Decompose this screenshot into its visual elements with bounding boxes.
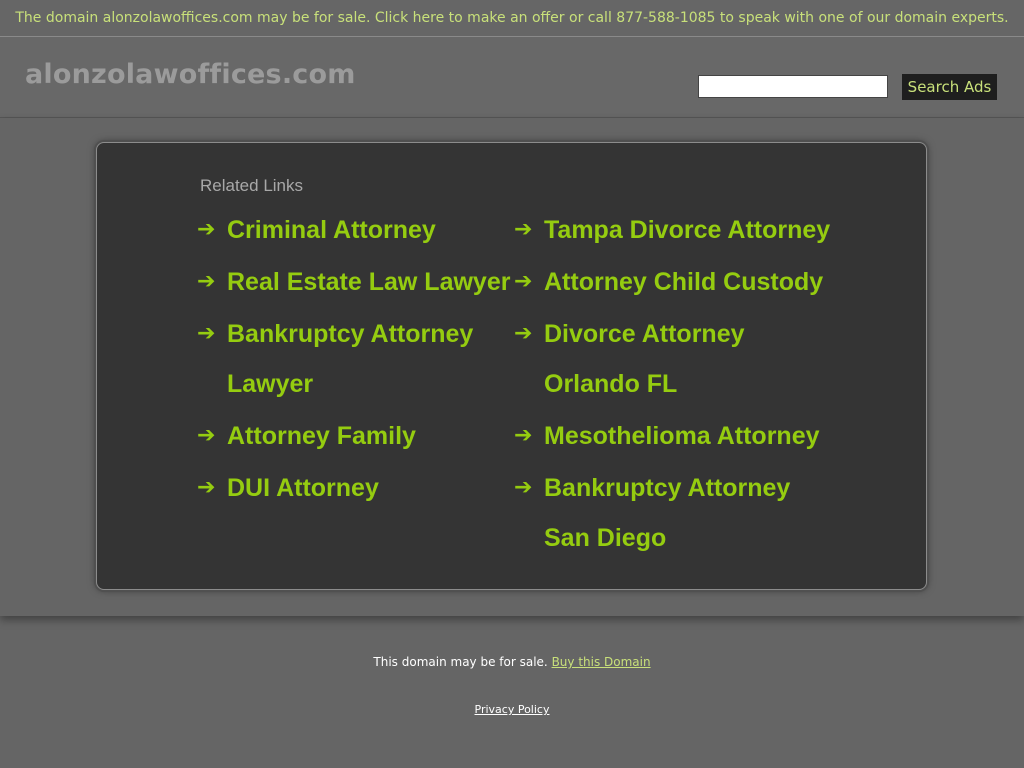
related-link[interactable]: ➔ Attorney Child Custody bbox=[514, 257, 834, 307]
related-link-label[interactable]: Attorney Family bbox=[227, 422, 416, 450]
main-content: Related Links ➔ Criminal Attorney ➔ Real… bbox=[0, 118, 1024, 616]
related-links-heading: Related Links bbox=[200, 176, 304, 195]
related-link[interactable]: ➔ Tampa Divorce Attorney bbox=[514, 205, 834, 255]
search-ads-button[interactable]: Search Ads bbox=[902, 74, 997, 100]
domain-sale-banner[interactable]: The domain alonzolawoffices.com may be f… bbox=[0, 0, 1024, 37]
arrow-right-icon: ➔ bbox=[514, 475, 533, 500]
related-link-label[interactable]: Criminal Attorney bbox=[227, 216, 436, 244]
arrow-right-icon: ➔ bbox=[514, 423, 533, 448]
related-link[interactable]: ➔ Mesothelioma Attorney bbox=[514, 411, 834, 461]
related-link-label[interactable]: Mesothelioma Attorney bbox=[544, 422, 820, 450]
related-link-label[interactable]: Attorney Child Custody bbox=[544, 268, 823, 296]
arrow-right-icon: ➔ bbox=[197, 321, 216, 346]
footer-sale-text: This domain may be for sale. bbox=[373, 655, 548, 669]
related-link[interactable]: ➔ Criminal Attorney bbox=[197, 205, 517, 255]
arrow-right-icon: ➔ bbox=[514, 217, 533, 242]
arrow-right-icon: ➔ bbox=[197, 423, 216, 448]
related-link[interactable]: ➔ DUI Attorney bbox=[197, 463, 517, 513]
related-link[interactable]: ➔ Bankruptcy Attorney San Diego bbox=[514, 463, 834, 563]
related-link-label[interactable]: Tampa Divorce Attorney bbox=[544, 216, 830, 244]
related-link-label[interactable]: Bankruptcy Attorney San Diego bbox=[544, 474, 790, 552]
search-input[interactable] bbox=[698, 75, 888, 98]
arrow-right-icon: ➔ bbox=[514, 321, 533, 346]
related-link[interactable]: ➔ Divorce Attorney Orlando FL bbox=[514, 309, 834, 409]
related-link[interactable]: ➔ Bankruptcy Attorney Lawyer bbox=[197, 309, 517, 409]
privacy-policy-link[interactable]: Privacy Policy bbox=[475, 703, 550, 716]
footer-privacy: Privacy Policy bbox=[0, 703, 1024, 716]
site-title: alonzolawoffices.com bbox=[25, 59, 356, 90]
related-link-label[interactable]: Real Estate Law Lawyer bbox=[227, 268, 510, 296]
related-links-panel: Related Links ➔ Criminal Attorney ➔ Real… bbox=[96, 142, 927, 590]
arrow-right-icon: ➔ bbox=[197, 269, 216, 294]
arrow-right-icon: ➔ bbox=[197, 217, 216, 242]
buy-domain-link[interactable]: Buy this Domain bbox=[552, 655, 651, 669]
related-link[interactable]: ➔ Attorney Family bbox=[197, 411, 517, 461]
arrow-right-icon: ➔ bbox=[197, 475, 216, 500]
related-link-label[interactable]: Divorce Attorney Orlando FL bbox=[544, 320, 745, 398]
related-link[interactable]: ➔ Real Estate Law Lawyer bbox=[197, 257, 517, 307]
related-links-left-column: ➔ Criminal Attorney ➔ Real Estate Law La… bbox=[197, 205, 517, 515]
related-links-right-column: ➔ Tampa Divorce Attorney ➔ Attorney Chil… bbox=[514, 205, 834, 565]
domain-sale-banner-text[interactable]: The domain alonzolawoffices.com may be f… bbox=[15, 10, 1008, 26]
related-link-label[interactable]: DUI Attorney bbox=[227, 474, 379, 502]
footer-sale-notice: This domain may be for sale. Buy this Do… bbox=[0, 655, 1024, 669]
arrow-right-icon: ➔ bbox=[514, 269, 533, 294]
site-header: alonzolawoffices.com Search Ads bbox=[0, 37, 1024, 118]
related-link-label[interactable]: Bankruptcy Attorney Lawyer bbox=[227, 320, 473, 398]
